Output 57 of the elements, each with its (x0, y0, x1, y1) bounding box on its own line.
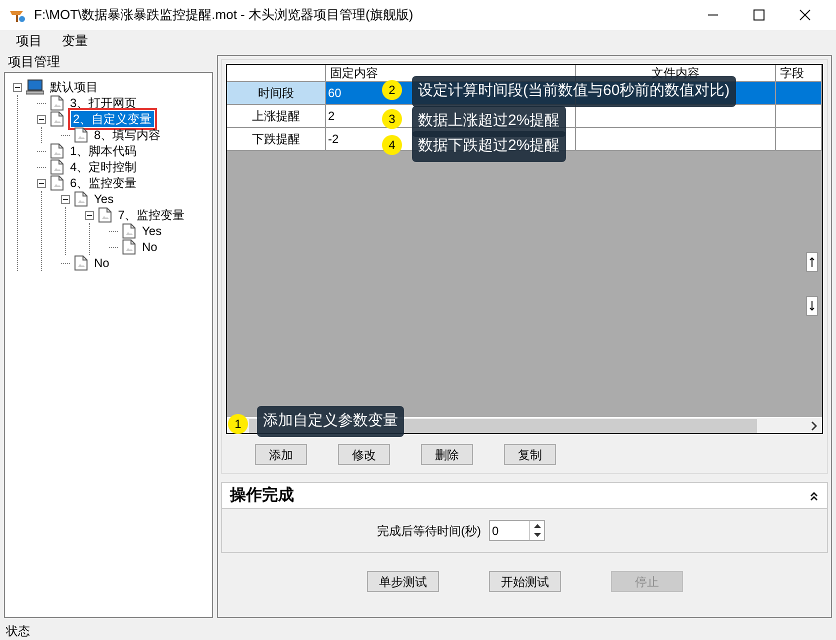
status-text: 状态 (6, 624, 30, 638)
tree-item[interactable]: 1、脚本代码 (68, 143, 139, 159)
up-arrow-icon (809, 257, 815, 267)
collapse-toggle[interactable] (61, 194, 70, 204)
tree-item[interactable]: No (92, 255, 112, 271)
document-icon (74, 255, 88, 271)
document-icon (74, 191, 88, 207)
document-icon (122, 239, 136, 255)
document-icon (74, 127, 88, 143)
tree-item[interactable]: 8、填写内容 (92, 127, 163, 143)
test-action-button[interactable]: 开始测试 (489, 571, 561, 592)
annotation-tooltip: 数据下跌超过2%提醒 (412, 131, 566, 162)
document-icon (98, 207, 112, 223)
document-icon (50, 95, 64, 111)
grid-action-button[interactable]: 修改 (338, 444, 390, 465)
window-title: F:\MOT\数据暴涨暴跌监控提醒.mot - 木头浏览器项目管理(旗舰版) (34, 6, 414, 24)
spin-up-icon[interactable] (534, 524, 540, 528)
field-label: 完成后等待时间(秒) (377, 522, 481, 540)
collapse-toggle[interactable] (37, 114, 46, 124)
annotation-tooltip: 添加自定义参数变量 (257, 406, 404, 436)
test-action-button[interactable]: 单步测试 (367, 571, 439, 592)
row-header: 下跌提醒 (227, 128, 326, 151)
document-icon (50, 175, 64, 191)
annotation-tooltip: 设定计算时间段(当前数值与60秒前的数值对比) (412, 76, 736, 106)
collapse-toggle[interactable] (13, 82, 22, 92)
wait-time-spinner[interactable]: 0 (489, 520, 545, 541)
spin-down-icon[interactable] (534, 533, 540, 538)
tree-item[interactable]: 6、监控变量 (68, 175, 139, 191)
section-title: 操作完成 (230, 485, 294, 506)
menu-item[interactable]: 项目 (8, 31, 50, 51)
grid-action-button[interactable]: 复制 (504, 444, 556, 465)
collapse-chevron-icon[interactable] (809, 490, 819, 500)
collapse-toggle[interactable] (37, 178, 46, 188)
tree-item[interactable]: 4、定时控制 (68, 159, 139, 175)
document-icon (50, 159, 64, 175)
tree-item[interactable]: Yes (92, 191, 116, 207)
tree-item[interactable]: No (140, 239, 160, 255)
document-icon (122, 223, 136, 239)
computer-icon (26, 79, 44, 95)
tree-item[interactable]: 默认项目 (48, 79, 100, 95)
move-down-button[interactable] (806, 296, 818, 316)
grid-action-button[interactable]: 添加 (255, 444, 307, 465)
panel-title: 项目管理 (7, 53, 61, 71)
grid-action-button[interactable]: 删除 (421, 444, 473, 465)
tree-item[interactable]: Yes (140, 223, 164, 239)
document-icon (50, 111, 64, 127)
document-icon (50, 143, 64, 159)
collapse-toggle[interactable] (85, 210, 94, 220)
table-cell (776, 128, 822, 151)
move-up-button[interactable] (806, 252, 818, 272)
down-arrow-icon (809, 301, 815, 311)
table-cell (776, 82, 822, 105)
menu-item[interactable]: 变量 (54, 31, 96, 51)
row-header: 时间段 (227, 82, 326, 105)
tree-item[interactable]: 2、自定义变量 (71, 111, 154, 127)
tree-item[interactable]: 7、监控变量 (116, 207, 187, 223)
step-number-badge: 1 (228, 414, 248, 434)
